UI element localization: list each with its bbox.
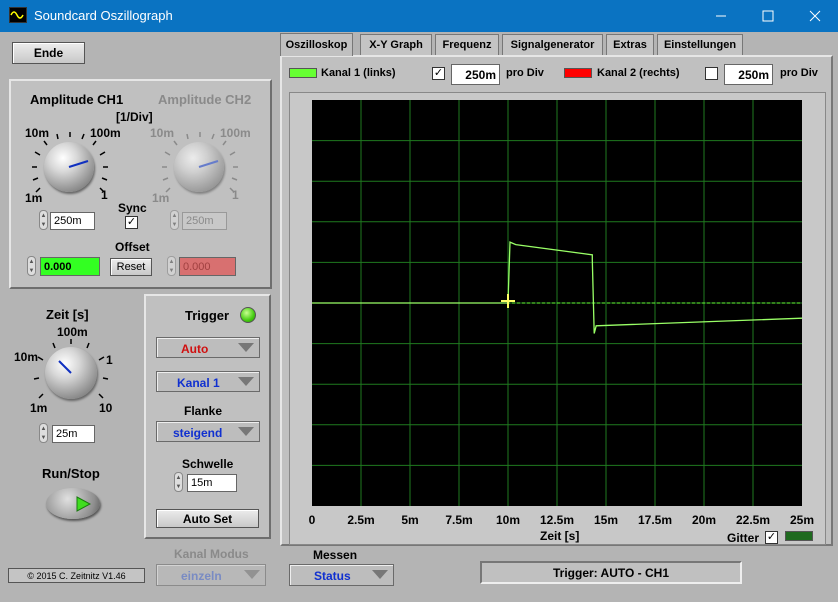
zeit-spinner[interactable]: ▲ ▼ [39,423,48,443]
x-tick-label: 25m [789,513,815,527]
trigger-channel-value: Kanal 1 [177,376,220,390]
tab-xy-graph[interactable]: X-Y Graph [360,34,432,55]
x-tick-label: 10m [495,513,521,527]
minimize-button[interactable] [698,0,744,32]
kanal-modus-value: einzeln [181,569,222,583]
zeit-knob[interactable] [45,347,97,399]
ch1-div-field[interactable]: 250m [451,64,500,85]
close-button[interactable] [792,0,838,32]
trigger-channel-dropdown[interactable]: Kanal 1 [156,371,260,392]
ch1-color-swatch [289,68,317,78]
ch1-label: Kanal 1 (links) [321,67,396,79]
gitter-label: Gitter [727,531,760,545]
sync-label: Sync [118,201,147,215]
x-tick-label: 12.5m [539,513,575,527]
chevron-down-icon [238,377,254,386]
tab-extras[interactable]: Extras [606,34,654,55]
scope-screen[interactable] [312,100,802,506]
amp-ch2-title: Amplitude CH2 [158,92,252,107]
offset-ch2-spinner[interactable]: ▲ ▼ [167,256,176,276]
x-tick-label: 2.5m [347,513,375,527]
offset-ch1-spinner[interactable]: ▲ ▼ [27,256,36,276]
tab-signalgenerator[interactable]: Signalgenerator [502,34,603,55]
copyright-label: © 2015 C. Zeitnitz V1.46 [8,568,145,583]
title-bar: Soundcard Oszillograph [0,0,838,32]
chevron-down-icon [238,343,254,352]
app-icon [9,7,27,23]
sync-checkbox[interactable]: ✓ [125,216,138,229]
kanal-modus-dropdown[interactable]: einzeln [156,564,266,586]
gitter-checkbox[interactable]: ✓ [765,531,778,544]
x-tick-label: 22.5m [735,513,771,527]
ch2-checkbox[interactable] [705,67,718,80]
chevron-down-icon [244,570,260,579]
amp-ch1-title: Amplitude CH1 [30,92,124,107]
zeit-field[interactable]: 25m [52,425,95,443]
maximize-button[interactable] [745,0,791,32]
flanke-dropdown[interactable]: steigend [156,421,260,442]
chevron-down-icon [238,427,254,436]
ch1-amplitude-knob[interactable] [44,142,94,192]
autoset-button[interactable]: Auto Set [156,509,259,528]
ch2-value-field[interactable]: 250m [182,212,227,230]
x-tick-label: 17.5m [637,513,673,527]
tab-oszilloskop[interactable]: Oszilloskop [280,33,353,56]
schwelle-label: Schwelle [182,457,234,471]
per-div-label: [1/Div] [116,110,153,124]
ch1-checkbox[interactable]: ✓ [432,67,445,80]
messen-dropdown[interactable]: Status [289,564,394,586]
tab-einstellungen[interactable]: Einstellungen [657,34,743,55]
trigger-led [240,307,256,323]
chevron-down-icon [372,570,388,579]
ch1-value-spinner[interactable]: ▲ ▼ [39,210,48,230]
x-tick-label: 20m [691,513,717,527]
messen-label: Messen [313,548,358,562]
x-axis-label: Zeit [s] [540,529,580,543]
trigger-status-display: Trigger: AUTO - CH1 [480,561,742,584]
runstop-label: Run/Stop [42,466,100,481]
window-title: Soundcard Oszillograph [34,8,173,23]
offset-label: Offset [115,240,150,254]
gitter-color-swatch[interactable] [785,531,813,541]
ch2-value-spinner[interactable]: ▲ ▼ [170,210,179,230]
schwelle-field[interactable]: 15m [187,474,237,492]
tab-frequenz[interactable]: Frequenz [435,34,499,55]
ch1-pro-div-label: pro Div [506,67,544,79]
zeit-label: Zeit [s] [46,307,89,322]
flanke-label: Flanke [184,404,223,418]
x-tick-label: 15m [593,513,619,527]
ch2-amplitude-knob[interactable] [174,142,224,192]
ch1-value-field[interactable]: 250m [50,212,95,230]
ch2-color-swatch [564,68,592,78]
runstop-button[interactable] [46,488,100,519]
flanke-value: steigend [173,426,223,440]
ende-button[interactable]: Ende [12,42,85,64]
reset-button[interactable]: Reset [110,258,152,276]
x-axis-ticks: 0 2.5m 5m 7.5m 10m 12.5m 15m 17.5m 20m 22.5m 25m [308,513,814,529]
x-tick-label: 0 [308,513,316,527]
ch2-label: Kanal 2 (rechts) [597,67,680,79]
offset-ch1-field[interactable]: 0.000 [40,257,100,276]
messen-value: Status [314,569,351,583]
ch2-div-field[interactable]: 250m [724,64,773,85]
x-tick-label: 7.5m [445,513,473,527]
x-tick-label: 5m [401,513,419,527]
trigger-title: Trigger [185,308,230,323]
trigger-mode-dropdown[interactable]: Auto [156,337,260,358]
kanal-modus-label: Kanal Modus [174,547,249,561]
schwelle-spinner[interactable]: ▲ ▼ [174,472,183,492]
offset-ch2-field[interactable]: 0.000 [179,257,236,276]
ch2-pro-div-label: pro Div [780,67,818,79]
trigger-mode-value: Auto [181,342,209,356]
